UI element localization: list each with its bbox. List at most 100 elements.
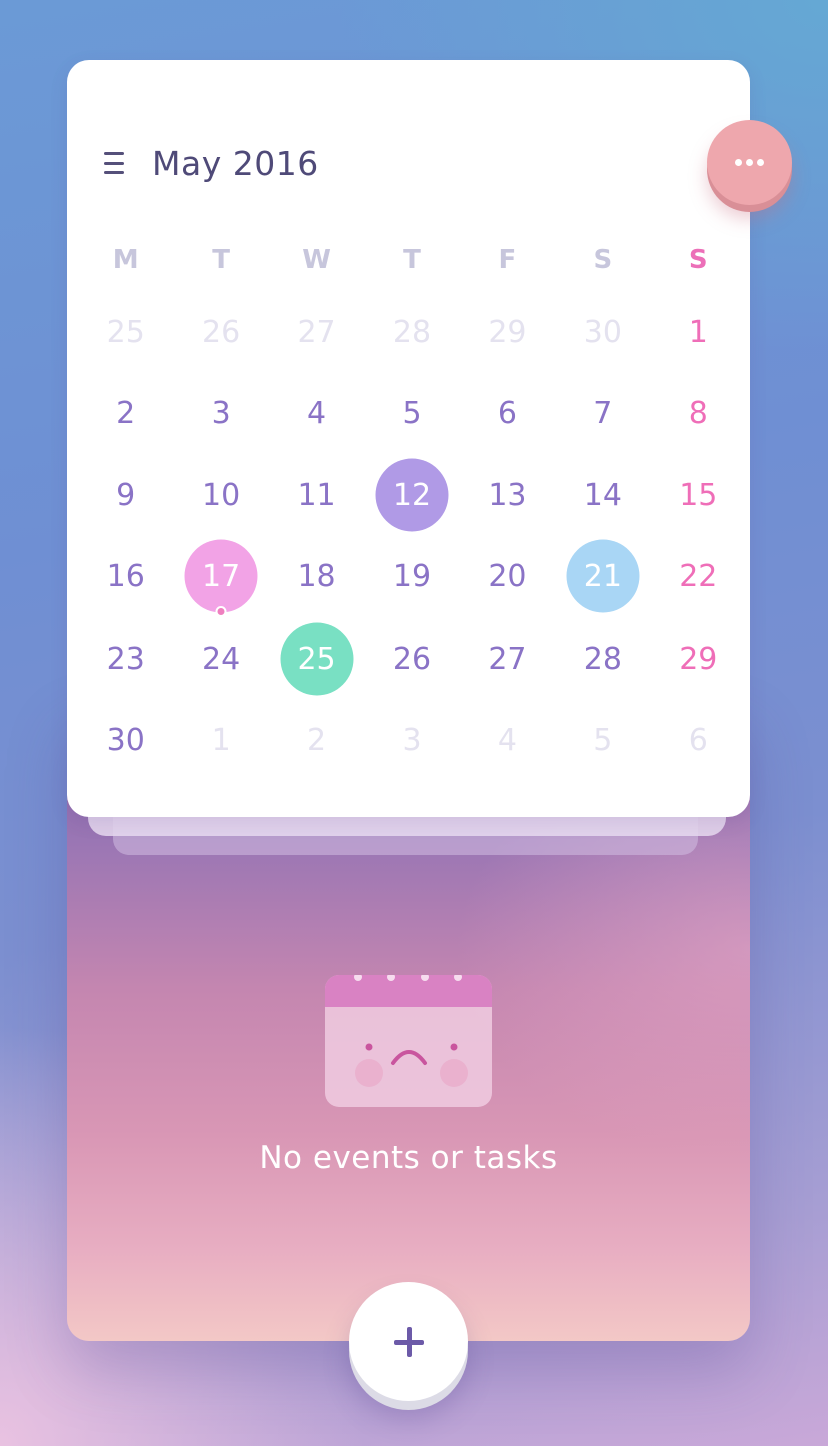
- week-row: 23 24 25 26 27 28 29: [78, 619, 746, 699]
- day-cell-highlighted[interactable]: 21: [555, 536, 650, 616]
- day-number: 5: [593, 722, 613, 758]
- day-number: 24: [202, 641, 241, 677]
- weekday-label: F: [498, 245, 517, 275]
- day-number: 18: [297, 558, 336, 594]
- day-number: 19: [392, 558, 432, 594]
- day-cell[interactable]: 3: [364, 700, 459, 780]
- empty-state-message: No events or tasks: [259, 1140, 558, 1176]
- day-number: 16: [106, 558, 145, 594]
- day-number: 29: [488, 314, 527, 350]
- week-row: 2 3 4 5 6 7 8: [78, 373, 746, 453]
- day-cell[interactable]: 6: [651, 700, 746, 780]
- add-event-button[interactable]: [349, 1282, 468, 1401]
- day-cell[interactable]: 9: [78, 455, 173, 535]
- day-number: 29: [679, 641, 718, 677]
- day-cell[interactable]: 27: [460, 619, 555, 699]
- day-cell[interactable]: 24: [173, 619, 268, 699]
- day-cell[interactable]: 14: [555, 455, 650, 535]
- day-cell[interactable]: 3: [173, 373, 268, 453]
- day-cell[interactable]: 8: [651, 373, 746, 453]
- day-cell[interactable]: 28: [555, 619, 650, 699]
- day-cell[interactable]: 30: [78, 700, 173, 780]
- day-cell[interactable]: 18: [269, 536, 364, 616]
- week-row: 25 26 27 28 29 30 1: [78, 292, 746, 372]
- day-cell[interactable]: 19: [364, 536, 459, 616]
- week-row: 9 10 11 12 13 14 15: [78, 455, 746, 535]
- weekday-label: T: [212, 245, 230, 275]
- day-cell[interactable]: 2: [269, 700, 364, 780]
- weekday-label: S: [593, 245, 613, 275]
- day-cell[interactable]: 15: [651, 455, 746, 535]
- month-title: May 2016: [152, 143, 319, 183]
- day-cell[interactable]: 10: [173, 455, 268, 535]
- day-number: 21: [583, 558, 622, 594]
- day-number: 27: [488, 641, 527, 677]
- day-cell[interactable]: 25: [78, 292, 173, 372]
- day-cell[interactable]: 23: [78, 619, 173, 699]
- calendar-header: May 2016: [104, 141, 319, 185]
- day-number: 30: [106, 722, 145, 758]
- day-cell[interactable]: 4: [269, 373, 364, 453]
- weekday-label: T: [403, 245, 421, 275]
- day-number: 14: [583, 477, 622, 513]
- weekday-label: W: [302, 245, 331, 275]
- day-number: 26: [392, 641, 432, 677]
- day-number: 12: [392, 477, 432, 513]
- day-cell-highlighted[interactable]: 12: [364, 455, 459, 535]
- plus-icon: [393, 1326, 424, 1357]
- day-cell[interactable]: 16: [78, 536, 173, 616]
- day-cell[interactable]: 2: [78, 373, 173, 453]
- day-cell[interactable]: 22: [651, 536, 746, 616]
- day-cell[interactable]: 1: [173, 700, 268, 780]
- day-cell[interactable]: 29: [651, 619, 746, 699]
- day-cell[interactable]: 4: [460, 700, 555, 780]
- day-cell-highlighted[interactable]: 17: [173, 536, 268, 617]
- day-number: 4: [307, 395, 327, 431]
- day-number: 25: [297, 641, 336, 677]
- day-cell[interactable]: 29: [460, 292, 555, 372]
- day-number: 1: [211, 722, 231, 758]
- day-number: 10: [202, 477, 241, 513]
- day-number: 15: [679, 477, 718, 513]
- week-row: 30 1 2 3 4 5 6: [78, 700, 746, 780]
- day-number: 4: [497, 722, 517, 758]
- day-number: 5: [402, 395, 422, 431]
- day-cell[interactable]: 1: [651, 292, 746, 372]
- day-number: 9: [116, 477, 136, 513]
- day-cell[interactable]: 26: [173, 292, 268, 372]
- day-number: 6: [497, 395, 517, 431]
- sad-calendar-illustration: [325, 975, 492, 1107]
- day-cell[interactable]: 30: [555, 292, 650, 372]
- day-number: 22: [679, 558, 718, 594]
- day-number: 25: [106, 314, 145, 350]
- day-number: 7: [593, 395, 613, 431]
- day-number: 2: [307, 722, 327, 758]
- hamburger-menu-icon[interactable]: [104, 152, 130, 174]
- day-cell[interactable]: 5: [364, 373, 459, 453]
- day-number: 30: [583, 314, 622, 350]
- day-cell-highlighted[interactable]: 25: [269, 619, 364, 699]
- day-cell[interactable]: 6: [460, 373, 555, 453]
- day-number: 17: [202, 558, 241, 594]
- day-number: 1: [688, 314, 708, 350]
- day-number: 26: [202, 314, 241, 350]
- day-number: 23: [106, 641, 145, 677]
- day-number: 8: [688, 395, 708, 431]
- day-number: 13: [488, 477, 527, 513]
- day-number: 28: [392, 314, 432, 350]
- day-cell[interactable]: 27: [269, 292, 364, 372]
- weekday-header-row: MTWTFSS: [78, 235, 746, 285]
- day-number: 28: [583, 641, 622, 677]
- day-cell[interactable]: 5: [555, 700, 650, 780]
- day-number: 6: [688, 722, 708, 758]
- more-options-button[interactable]: [707, 120, 792, 205]
- day-cell[interactable]: 26: [364, 619, 459, 699]
- day-cell[interactable]: 13: [460, 455, 555, 535]
- day-cell[interactable]: 28: [364, 292, 459, 372]
- day-cell[interactable]: 11: [269, 455, 364, 535]
- day-cell[interactable]: 7: [555, 373, 650, 453]
- event-indicator-dot: [215, 606, 227, 617]
- day-number: 27: [297, 314, 336, 350]
- more-horizontal-icon: [735, 159, 764, 166]
- day-cell[interactable]: 20: [460, 536, 555, 616]
